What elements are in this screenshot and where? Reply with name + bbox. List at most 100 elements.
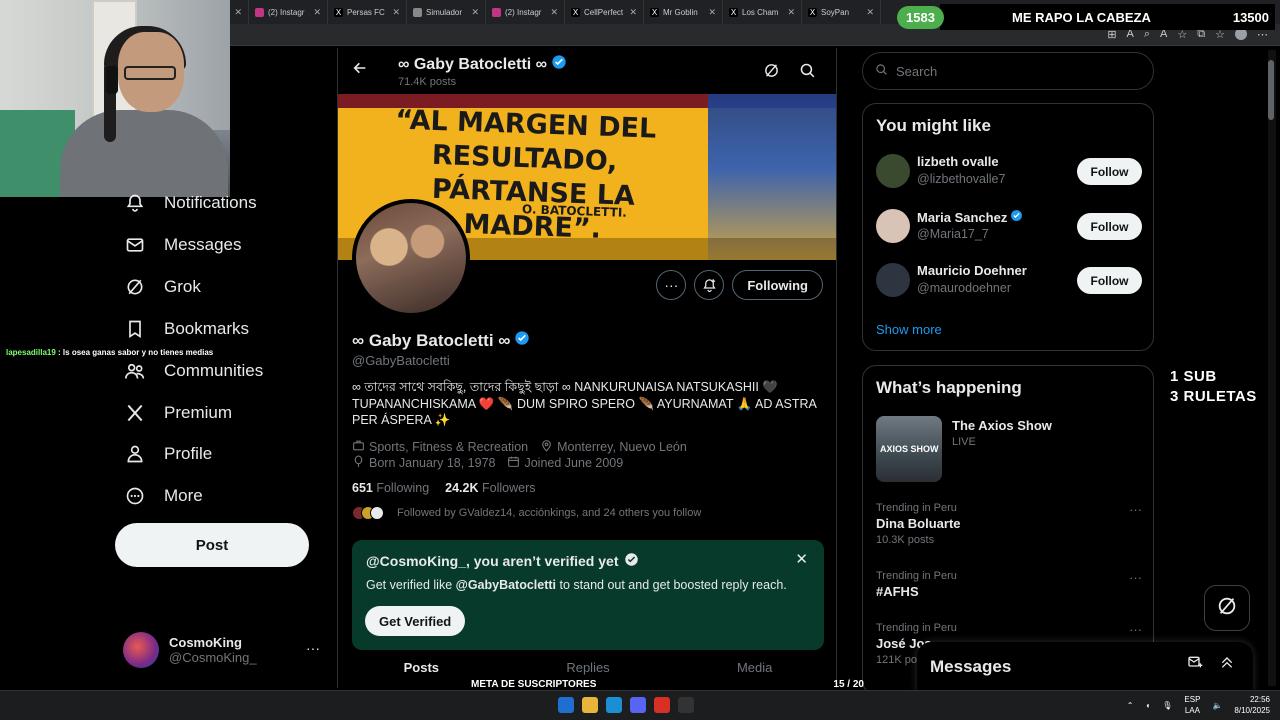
account-switcher[interactable]: CosmoKing @CosmoKing_ ··· — [123, 630, 328, 670]
trend-item[interactable]: Trending in Peru Dina Boluarte 10.3K pos… — [876, 502, 1142, 546]
profile-bio: ∞ তাদের সাথে সবকিছু, তাদের কিছুই ছাড়া ∞… — [352, 380, 817, 427]
tab-title: Persas FC — [347, 7, 385, 17]
search-field[interactable]: Search — [862, 52, 1154, 90]
nav-more[interactable]: More — [124, 485, 203, 507]
nav-grok[interactable]: Grok — [124, 276, 201, 298]
tab-close-icon[interactable]: ✕ — [471, 7, 479, 18]
more-horizontal-icon[interactable]: ··· — [1129, 570, 1142, 585]
browser-tab[interactable]: X Mr Goblin ✕ — [644, 0, 723, 24]
file-explorer-icon[interactable] — [582, 697, 598, 713]
you-might-like-card: You might like lizbeth ovalle @lizbethov… — [862, 103, 1154, 351]
tab-close-icon[interactable]: ✕ — [866, 7, 874, 18]
language-indicator[interactable]: ESP LAA — [1184, 694, 1200, 716]
obs-icon[interactable] — [678, 697, 694, 713]
recorder-icon[interactable] — [654, 697, 670, 713]
new-message-icon[interactable] — [1187, 654, 1203, 674]
tab-close-icon[interactable]: ✕ — [629, 7, 637, 18]
messages-drawer[interactable]: Messages — [917, 642, 1253, 692]
account-name: CosmoKing — [169, 635, 242, 650]
expand-icon[interactable] — [1219, 654, 1235, 674]
follow-button[interactable]: Follow — [1077, 213, 1142, 240]
network-icon[interactable]: ◖ — [1145, 701, 1150, 710]
suggestion-item[interactable]: Maria Sanchez @Maria17_7 Follow — [876, 209, 1142, 245]
live-show-name[interactable]: The Axios Show — [952, 418, 1052, 433]
suggestion-avatar — [876, 209, 910, 243]
profile-joined: Joined June 2009 — [507, 455, 623, 471]
tab-close-icon[interactable]: ✕ — [708, 7, 716, 18]
suggestion-item[interactable]: Mauricio Doehner @maurodoehner Follow — [876, 263, 1142, 299]
following-link[interactable]: 651 Following — [352, 481, 429, 495]
trend-name: Dina Boluarte — [876, 516, 961, 531]
profile-stats: 651 Following 24.2K Followers — [352, 481, 536, 495]
tab-close-icon[interactable]: ✕ — [234, 7, 242, 18]
show-more-link[interactable]: Show more — [876, 322, 942, 337]
nav-bookmarks[interactable]: Bookmarks — [124, 318, 249, 340]
suggestion-avatar — [876, 154, 910, 188]
windows-start-icon[interactable] — [558, 697, 574, 713]
post-button[interactable]: Post — [115, 523, 309, 567]
more-horizontal-icon[interactable]: ··· — [1129, 502, 1142, 517]
followed-by[interactable]: Followed by GValdez14, acciónkings, and … — [352, 506, 701, 520]
follow-button[interactable]: Follow — [1077, 158, 1142, 185]
page-scrollbar[interactable] — [1268, 50, 1276, 686]
live-status: LIVE — [952, 436, 976, 448]
discord-icon[interactable] — [630, 697, 646, 713]
more-options-button[interactable]: ··· — [656, 270, 687, 300]
search-icon[interactable] — [799, 62, 816, 84]
trend-item[interactable]: Trending in Peru #AFHS ··· — [876, 570, 1142, 599]
more-horizontal-icon[interactable]: ··· — [1129, 622, 1142, 637]
following-button[interactable]: Following — [732, 270, 823, 300]
tab-title: (2) Instagr — [268, 7, 305, 17]
browser-tab[interactable]: X Los Cham ✕ — [723, 0, 802, 24]
suggestion-item[interactable]: lizbeth ovalle @lizbethovalle7 Follow — [876, 154, 1142, 190]
tab-close-icon[interactable]: ✕ — [787, 7, 795, 18]
tab-close-icon[interactable]: ✕ — [550, 7, 558, 18]
browser-tab[interactable]: X CellPerfect ✕ — [565, 0, 644, 24]
nav-premium[interactable]: Premium — [124, 402, 232, 424]
speaker-icon[interactable]: 🔈 — [1212, 701, 1222, 710]
tab-posts[interactable]: Posts — [338, 660, 505, 675]
profile-avatar[interactable] — [352, 199, 470, 317]
tab-favicon-icon: X — [808, 7, 817, 17]
back-arrow-icon[interactable] — [352, 60, 368, 81]
nav-communities[interactable]: Communities — [124, 360, 263, 382]
tab-close-icon[interactable]: ✕ — [392, 7, 400, 18]
tab-title: Los Cham — [742, 7, 779, 17]
followers-link[interactable]: 24.2K Followers — [445, 481, 535, 495]
browser-tab[interactable]: (2) Instagr ✕ — [249, 0, 328, 24]
axios-show-thumbnail[interactable]: AXIOS SHOW — [876, 416, 942, 482]
follow-button[interactable]: Follow — [1077, 267, 1142, 294]
nav-label-more: More — [164, 486, 203, 505]
header-title: ∞ Gaby Batocletti ∞ — [398, 54, 567, 75]
get-verified-button[interactable]: Get Verified — [365, 606, 466, 636]
suggestion-name: Mauricio Doehner — [917, 263, 1027, 278]
scrollbar-thumb[interactable] — [1268, 60, 1274, 120]
notify-bell-button[interactable] — [694, 270, 725, 300]
microphone-icon[interactable]: 🎙 — [1162, 701, 1172, 710]
profile-name: ∞ Gaby Batocletti ∞ — [352, 330, 530, 351]
tab-media[interactable]: Media — [671, 660, 836, 675]
webcam-overlay — [0, 0, 230, 197]
nav-profile[interactable]: Profile — [124, 443, 212, 465]
profile-category: Sports, Fitness & Recreation — [352, 439, 528, 455]
grok-icon[interactable] — [763, 62, 780, 84]
nav-messages[interactable]: Messages — [124, 234, 241, 256]
close-icon[interactable]: ✕ — [795, 550, 808, 568]
browser-tab[interactable]: (2) Instagr ✕ — [486, 0, 565, 24]
tab-favicon-icon — [492, 7, 501, 17]
browser-tab[interactable]: Simulador ✕ — [407, 0, 486, 24]
browser-tab[interactable]: X SoyPan ✕ — [802, 0, 881, 24]
axios-show-logo: AXIOS SHOW — [880, 444, 939, 454]
system-clock[interactable]: 22:56 8/10/2025 — [1234, 694, 1270, 716]
tab-replies[interactable]: Replies — [505, 660, 672, 675]
grok-floating-button[interactable] — [1204, 585, 1250, 631]
browser-tab[interactable]: X Persas FC ✕ — [328, 0, 407, 24]
nav-notifications[interactable]: Notifications — [124, 192, 257, 214]
tray-chevron-icon[interactable]: ⌃ — [1127, 701, 1134, 710]
edge-browser-icon[interactable] — [606, 697, 622, 713]
tab-close-icon[interactable]: ✕ — [313, 7, 321, 18]
verification-title: @CosmoKing_, you aren’t verified yet — [366, 552, 810, 570]
verification-text: Get verified like @GabyBatocletti to sta… — [366, 578, 810, 592]
tab-favicon-icon — [413, 7, 422, 17]
stream-chat-line: lapesadilla19 : ls osea ganas sabor y no… — [6, 348, 213, 357]
